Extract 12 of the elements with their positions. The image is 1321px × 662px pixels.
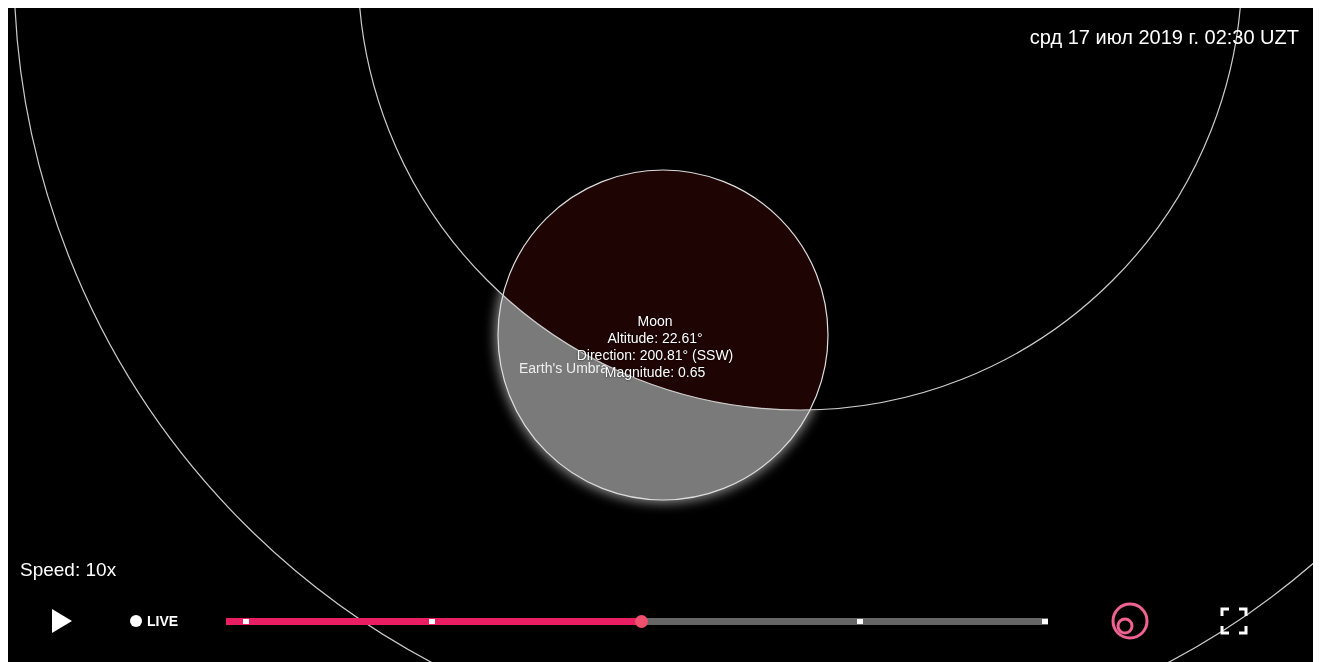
moon-info: Moon <box>637 313 673 330</box>
live-button[interactable]: LIVE <box>130 613 179 629</box>
play-button[interactable] <box>50 607 74 635</box>
speed-label: Speed: 10x <box>20 559 117 581</box>
timeline-marker <box>857 618 864 624</box>
timeline-marker <box>242 618 249 624</box>
moon-info: Altitude: 22.61° <box>607 330 703 347</box>
timeline-slider[interactable] <box>226 617 1049 625</box>
fullscreen-icon[interactable] <box>1220 607 1249 635</box>
timeline-marker <box>429 618 436 624</box>
timeline-marker <box>1042 618 1049 624</box>
date-time: срд 17 июл 2019 г. 02:30 UZT <box>1029 26 1299 49</box>
